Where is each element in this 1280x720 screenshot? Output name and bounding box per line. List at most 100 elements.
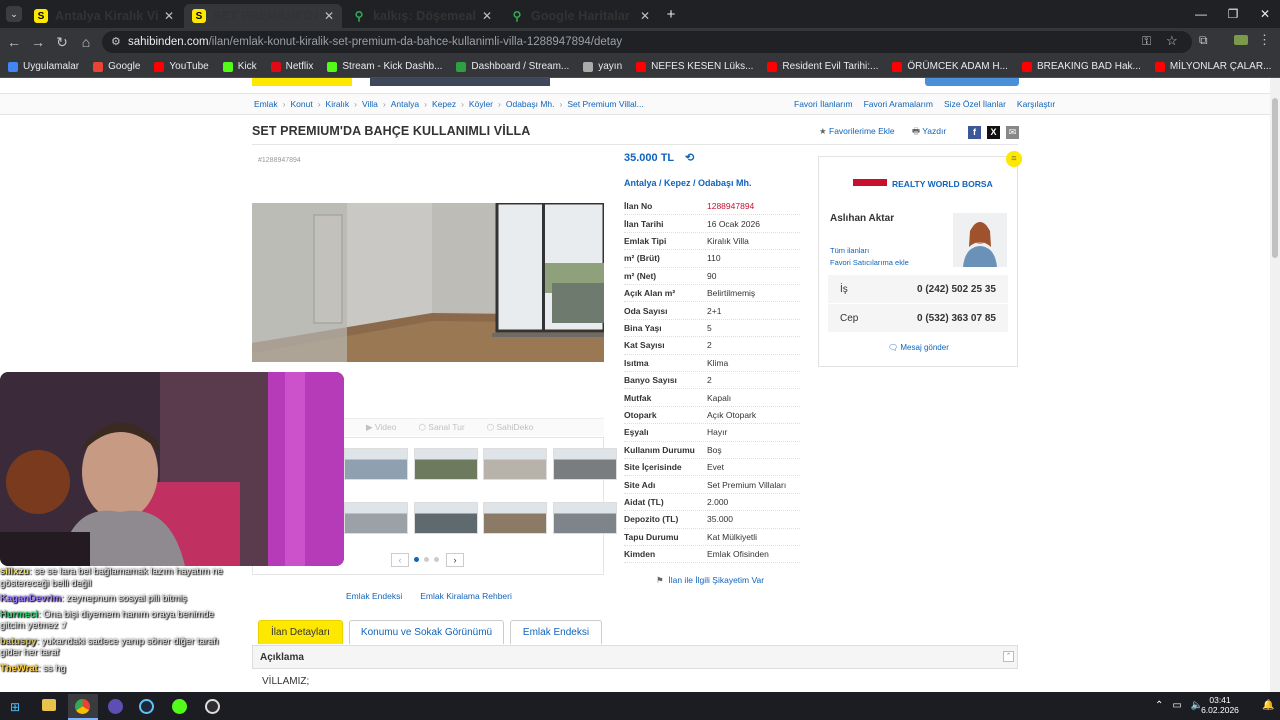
address-bar[interactable]: ⚙ sahibinden.com/ilan/emlak-konut-kirali… <box>102 31 1192 53</box>
breadcrumb-item[interactable]: Set Premium Villal... <box>567 99 643 109</box>
virtual-tour-tab[interactable]: ⬡ Sanal Tur <box>419 422 465 433</box>
next-thumbs-button[interactable]: › <box>446 553 464 567</box>
photo-thumbnail[interactable] <box>483 448 547 480</box>
chat-username[interactable]: batuspy <box>0 636 36 647</box>
favorite-add-link[interactable]: ★ Favorilerime Ekle <box>819 126 895 137</box>
breadcrumb-item[interactable]: Kiralık <box>326 99 350 109</box>
close-icon[interactable]: ✕ <box>324 9 334 23</box>
close-window-button[interactable]: ✕ <box>1250 4 1280 24</box>
print-link[interactable]: 🖶 Yazdır <box>912 126 946 140</box>
chat-username[interactable]: KaganDevrim <box>0 593 61 604</box>
bookmark-item[interactable]: Dashboard / Stream... <box>456 61 569 72</box>
photo-thumbnail[interactable] <box>552 502 617 534</box>
photo-thumbnail[interactable] <box>483 502 547 534</box>
reload-button[interactable]: ↻ <box>52 32 72 52</box>
obs-icon[interactable] <box>205 699 220 714</box>
sahideko-tab[interactable]: ⬡ SahiDeko <box>487 422 534 433</box>
home-button[interactable]: ⌂ <box>76 32 96 52</box>
bookmark-item[interactable]: Stream - Kick Dashb... <box>327 61 442 72</box>
bookmark-star-icon[interactable]: ☆ <box>1166 33 1178 49</box>
notification-icon[interactable]: 🔔 <box>1262 700 1274 711</box>
email-share-icon[interactable]: ✉ <box>1006 126 1019 139</box>
app-icon[interactable] <box>108 699 123 714</box>
close-icon[interactable]: ✕ <box>640 9 650 23</box>
breadcrumb-item[interactable]: Odabaşı Mh. <box>506 99 555 109</box>
chat-username[interactable]: TheWrat <box>0 663 38 674</box>
bookmark-item[interactable]: Uygulamalar <box>8 61 79 72</box>
close-icon[interactable]: ✕ <box>164 9 174 23</box>
bookmark-item[interactable]: yayın <box>583 61 622 72</box>
site-info-icon[interactable]: ⚙ <box>111 35 121 48</box>
prev-thumbs-button[interactable]: ‹ <box>391 553 409 567</box>
complaint-link[interactable]: ⚑ İlan ile İlgili Şikayetim Var <box>656 575 764 586</box>
bookmark-item[interactable]: BREAKING BAD Hak... <box>1021 61 1141 72</box>
forward-button[interactable]: → <box>28 32 48 52</box>
bookmark-item[interactable]: NEFES KESEN Lüks... <box>636 61 753 72</box>
photo-thumbnail[interactable] <box>344 448 408 480</box>
breadcrumb-item[interactable]: Konut <box>290 99 312 109</box>
breadcrumb-item[interactable]: Villa <box>362 99 378 109</box>
back-button[interactable]: ← <box>4 32 24 52</box>
tab-google-maps[interactable]: ⚲ Google Haritalar ✕ <box>502 4 658 28</box>
bookmark-item[interactable]: Google <box>93 61 140 72</box>
send-message-link[interactable]: 🗨 Mesaj gönder <box>888 343 949 352</box>
top-link[interactable]: Favori İlanlarım <box>794 99 853 109</box>
chat-username[interactable]: siilxzu <box>0 566 29 577</box>
maximize-button[interactable]: ❐ <box>1218 4 1248 24</box>
bookmark-item[interactable]: Netflix <box>270 61 313 72</box>
facebook-share-icon[interactable]: f <box>968 126 981 139</box>
phone-mobile[interactable]: Cep 0 (532) 363 07 85 <box>828 304 1008 332</box>
tab-ilan-detaylari[interactable]: İlan Detayları <box>258 620 343 644</box>
bookmark-item[interactable]: YouTube <box>154 61 209 72</box>
steam-icon[interactable] <box>139 699 154 714</box>
photo-thumbnail[interactable] <box>344 502 408 534</box>
tab-konumu[interactable]: Konumu ve Sokak Görünümü <box>349 620 504 644</box>
detail-value: Klima <box>707 357 729 368</box>
scrollbar[interactable] <box>1270 78 1280 692</box>
close-icon[interactable]: ✕ <box>482 9 492 23</box>
top-link[interactable]: Favori Aramalarım <box>864 99 933 109</box>
breadcrumb-item[interactable]: Kepez <box>432 99 456 109</box>
office-logo[interactable] <box>853 179 887 186</box>
favorite-seller-link[interactable]: Favori Satıcılarıma ekle <box>830 258 909 267</box>
password-key-icon[interactable]: ⚿ <box>1142 34 1151 49</box>
top-link[interactable]: Size Özel İlanlar <box>944 99 1006 109</box>
breadcrumb-item[interactable]: Köyler <box>469 99 493 109</box>
photo-thumbnail[interactable] <box>552 448 617 480</box>
office-name[interactable]: REALTY WORLD BORSA <box>892 179 993 189</box>
system-tray[interactable]: ⌃ ▭ 🔈 <box>1155 700 1203 711</box>
breadcrumb-item[interactable]: Antalya <box>391 99 419 109</box>
minimize-button[interactable]: — <box>1186 4 1216 24</box>
phone-work[interactable]: İş 0 (242) 502 25 35 <box>828 275 1008 303</box>
bookmark-item[interactable]: Kick <box>222 61 257 72</box>
collapse-icon[interactable]: ⌃ <box>1003 651 1014 662</box>
kick-icon[interactable] <box>172 699 187 714</box>
kiralama-rehberi-link[interactable]: Emlak Kiralama Rehberi <box>420 591 512 601</box>
tab-set-premium[interactable]: S SET PREMIUM'DA BAHÇE KULL ✕ <box>184 4 342 28</box>
emlak-endeksi-link[interactable]: Emlak Endeksi <box>346 591 402 601</box>
video-tab[interactable]: ▶ Video <box>366 422 397 433</box>
photo-thumbnail[interactable] <box>413 448 478 480</box>
history-icon[interactable]: ⟲ <box>685 152 694 164</box>
tab-search-button[interactable]: ⌄ <box>6 6 22 22</box>
photo-thumbnail[interactable] <box>413 502 478 534</box>
bookmark-item[interactable]: Resident Evil Tarihi:... <box>767 61 878 72</box>
windows-start-icon[interactable]: ⊞ <box>10 700 20 714</box>
new-tab-button[interactable]: + <box>663 6 679 23</box>
file-explorer-icon[interactable] <box>42 699 56 711</box>
x-share-icon[interactable]: X <box>987 126 1000 139</box>
taskbar-clock[interactable]: 03:41 6.02.2026 <box>1200 695 1240 715</box>
chat-username[interactable]: Hurmeci <box>0 609 38 620</box>
breadcrumb-item[interactable]: Emlak <box>254 99 278 109</box>
top-link[interactable]: Karşılaştır <box>1017 99 1055 109</box>
main-photo[interactable] <box>252 203 604 362</box>
tab-kalkis[interactable]: ⚲ kalkış: Döşemealtı Devlet Hasta ✕ <box>344 4 500 28</box>
tab-antalya-villa[interactable]: S Antalya Kiralık Villa Fiyatları sah ✕ <box>26 4 182 28</box>
menu-icon[interactable]: ⋮ <box>1258 32 1271 48</box>
bookmark-item[interactable]: MİLYONLAR ÇALAR... <box>1154 61 1271 72</box>
bookmark-item[interactable]: ÖRÜMCEK ADAM H... <box>892 61 1008 72</box>
extensions-icon[interactable]: ⧉ <box>1199 33 1208 48</box>
all-ads-link[interactable]: Tüm ilanları <box>830 246 869 255</box>
tab-emlak-endeksi[interactable]: Emlak Endeksi <box>510 620 602 644</box>
profile-avatar[interactable] <box>1234 35 1248 45</box>
